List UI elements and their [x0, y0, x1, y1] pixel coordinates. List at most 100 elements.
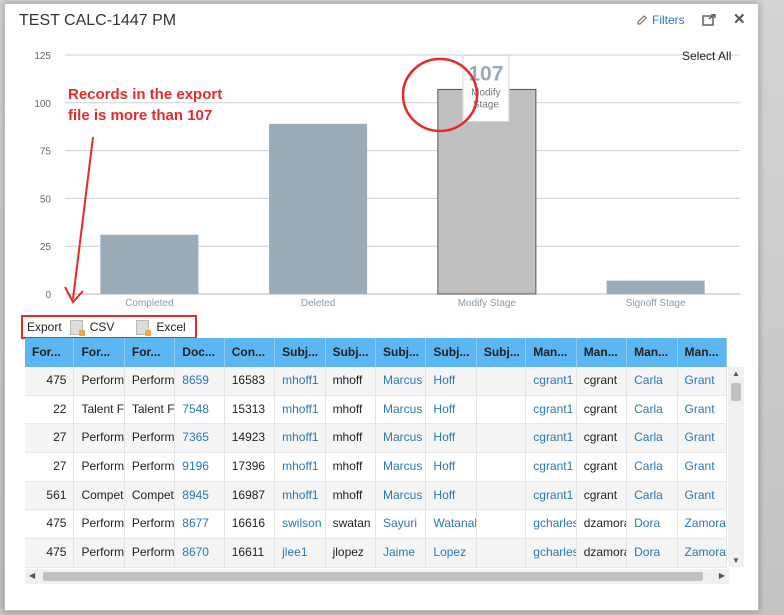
horizontal-scrollbar[interactable]: ◀ ▶ — [25, 569, 729, 584]
column-header[interactable]: For... — [125, 338, 176, 367]
vertical-scrollbar[interactable]: ▲ ▼ — [728, 367, 744, 567]
table-row[interactable]: 475PerformaPerforma865916583mhoff1mhoffM… — [25, 367, 727, 396]
table-cell-link[interactable]: Zamora — [678, 510, 727, 539]
table-row[interactable]: 27PerformaPerforma736514923mhoff1mhoffMa… — [25, 424, 727, 454]
table-row[interactable]: 475PerformaPerforma867016611jlee1jlopezJ… — [25, 539, 727, 568]
table-cell: mhoff — [326, 367, 376, 395]
table-cell-link[interactable]: gcharles — [526, 510, 577, 539]
column-header[interactable]: For... — [74, 338, 125, 367]
table-cell — [477, 510, 527, 539]
table-cell-link[interactable]: Watanabe — [426, 510, 477, 539]
scroll-right-icon[interactable]: ▶ — [719, 571, 725, 580]
table-cell — [477, 481, 527, 510]
column-header[interactable]: For... — [25, 338, 75, 367]
table-cell-link[interactable]: gcharles — [526, 539, 577, 567]
table-cell: Performa — [125, 510, 176, 539]
scroll-left-icon[interactable]: ◀ — [29, 571, 35, 580]
table-cell-link[interactable]: Carla — [627, 424, 678, 453]
column-header[interactable]: Subj... — [426, 338, 477, 367]
column-header[interactable]: Con... — [225, 338, 276, 367]
export-csv-label: CSV — [89, 320, 115, 334]
table-cell — [477, 395, 527, 424]
csv-file-icon — [69, 319, 85, 336]
table-cell-link[interactable]: 8945 — [175, 481, 225, 510]
column-header[interactable]: Man... — [577, 338, 628, 367]
table-cell-link[interactable]: cgrant1 — [526, 367, 577, 395]
export-csv-button[interactable]: CSV — [69, 319, 115, 336]
table-cell: jlopez — [326, 539, 376, 567]
column-header[interactable]: Man... — [627, 338, 678, 367]
table-cell-link[interactable]: Jaime — [376, 539, 427, 567]
vertical-scroll-thumb[interactable] — [731, 383, 741, 401]
table-cell-link[interactable]: Dora — [627, 510, 678, 539]
table-cell-link[interactable]: Dora — [627, 539, 678, 567]
column-header[interactable]: Man... — [526, 338, 577, 367]
table-cell-link[interactable]: Carla — [627, 453, 678, 481]
table-cell-link[interactable]: Hoff — [426, 481, 477, 510]
table-cell: 16616 — [225, 510, 276, 539]
table-cell-link[interactable]: mhoff1 — [275, 424, 326, 453]
table-cell-link[interactable]: Grant — [678, 367, 727, 395]
table-cell-link[interactable]: Marcus — [376, 481, 427, 510]
table-cell-link[interactable]: Carla — [627, 367, 678, 395]
grid-body: 475PerformaPerforma865916583mhoff1mhoffM… — [25, 367, 727, 568]
table-cell-link[interactable]: Hoff — [426, 424, 477, 453]
horizontal-scroll-thumb[interactable] — [43, 572, 703, 581]
column-header[interactable]: Subj... — [477, 338, 527, 367]
table-cell: Performa — [125, 424, 176, 453]
table-cell: 27 — [25, 424, 75, 453]
export-excel-button[interactable]: Excel — [136, 319, 186, 336]
column-header[interactable]: Subj... — [275, 338, 326, 367]
column-header[interactable]: Subj... — [326, 338, 376, 367]
table-cell-link[interactable]: Sayuri — [376, 510, 427, 539]
table-cell-link[interactable]: Marcus — [376, 395, 427, 424]
table-cell-link[interactable]: Hoff — [426, 367, 477, 395]
table-row[interactable]: 27PerformaPerforma919617396mhoff1mhoffMa… — [25, 453, 727, 482]
table-row[interactable]: 22 Talent Fl Talent Fl 7548 15313 mhoff1 mhoff… — [25, 395, 727, 425]
table-cell-link[interactable]: Zamora — [678, 539, 727, 567]
table-cell-link[interactable]: cgrant1 — [526, 481, 577, 510]
table-cell-link[interactable]: Grant — [678, 481, 727, 510]
table-cell-link[interactable]: mhoff1 — [275, 367, 326, 395]
table-cell: dzamora — [577, 510, 628, 539]
table-row[interactable]: 561CompeteCompete894516987mhoff1mhoffMar… — [25, 481, 727, 511]
table-cell-link[interactable]: cgrant1 — [526, 453, 577, 481]
table-cell-link[interactable]: cgrant1 — [526, 424, 577, 453]
table-cell-link[interactable]: Carla — [627, 481, 678, 510]
table-cell-link[interactable]: 7365 — [175, 424, 225, 453]
column-header[interactable]: Man... — [678, 338, 727, 367]
table-cell-link[interactable]: Marcus — [376, 424, 427, 453]
column-header[interactable]: Doc... — [175, 338, 225, 367]
table-cell — [477, 453, 527, 481]
table-cell: 475 — [25, 367, 75, 395]
table-cell-link[interactable]: 9196 — [175, 453, 225, 481]
table-cell-link[interactable]: swilson — [275, 510, 326, 539]
scroll-up-icon[interactable]: ▲ — [732, 369, 740, 378]
table-cell-link[interactable]: jlee1 — [275, 539, 326, 567]
table-cell-link[interactable]: Hoff — [426, 395, 477, 424]
table-cell-link[interactable]: Carla — [627, 395, 678, 424]
table-cell-link[interactable]: mhoff1 — [275, 481, 326, 510]
export-toolbar: Export CSV Excel — [21, 315, 197, 339]
table-cell-link[interactable]: 8659 — [175, 367, 225, 395]
table-cell-link[interactable]: 7548 — [175, 395, 225, 424]
table-cell-link[interactable]: Grant — [678, 395, 727, 424]
table-cell-link[interactable]: 8670 — [175, 539, 225, 567]
table-cell-link[interactable]: Marcus — [376, 367, 427, 395]
table-cell-link[interactable]: Lopez — [426, 539, 477, 567]
table-row[interactable]: 475PerformaPerforma867716616swilsonswata… — [25, 510, 727, 540]
table-cell: Performa — [125, 453, 176, 481]
table-cell-link[interactable]: mhoff1 — [275, 453, 326, 481]
table-cell: 17396 — [225, 453, 276, 481]
table-cell-link[interactable]: Grant — [678, 453, 727, 481]
table-cell: 561 — [25, 481, 75, 510]
table-cell-link[interactable]: cgrant1 — [526, 395, 577, 424]
table-cell: Performa — [125, 539, 176, 567]
table-cell-link[interactable]: Marcus — [376, 453, 427, 481]
column-header[interactable]: Subj... — [376, 338, 427, 367]
table-cell-link[interactable]: 8677 — [175, 510, 225, 539]
table-cell-link[interactable]: mhoff1 — [275, 395, 326, 424]
table-cell-link[interactable]: Grant — [678, 424, 727, 453]
table-cell-link[interactable]: Hoff — [426, 453, 477, 481]
scroll-down-icon[interactable]: ▼ — [732, 556, 740, 565]
